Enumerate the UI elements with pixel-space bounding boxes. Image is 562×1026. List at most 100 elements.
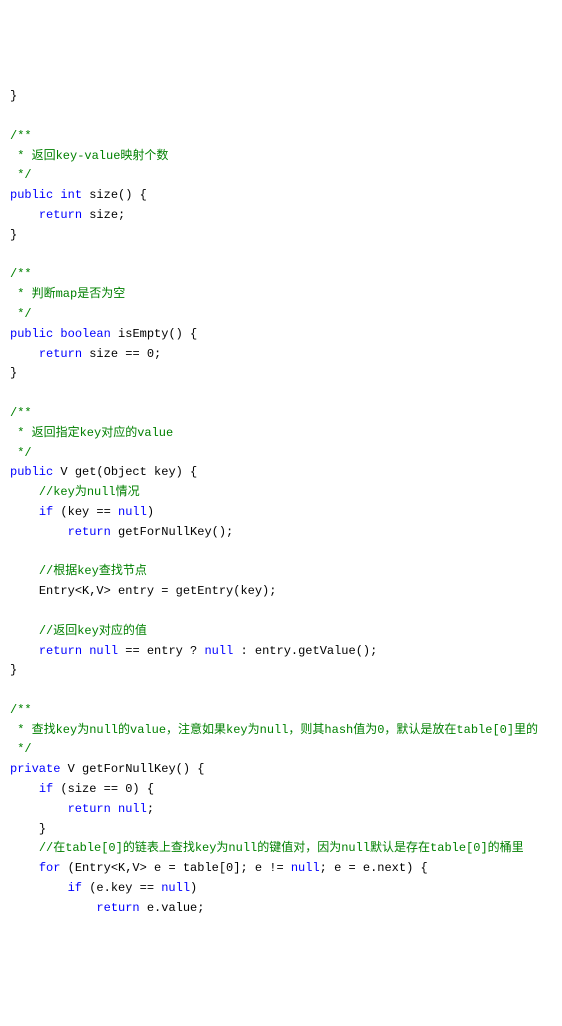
text-token: Entry<K,V> entry = getEntry(key); xyxy=(39,584,277,598)
code-line: * 返回key-value映射个数 xyxy=(10,147,552,167)
keyword-token: null xyxy=(161,881,190,895)
keyword-token: return xyxy=(96,901,139,915)
text-token: ; xyxy=(147,802,154,816)
comment-token: * 返回key-value映射个数 xyxy=(10,149,168,163)
text-token: e.value; xyxy=(140,901,205,915)
code-line: //在table[0]的链表上查找key为null的键值对，因为null默认是存… xyxy=(10,839,552,859)
comment-token: */ xyxy=(10,742,32,756)
text-token: (e.key == xyxy=(82,881,161,895)
code-line: */ xyxy=(10,740,552,760)
text-token: V get(Object key) { xyxy=(53,465,197,479)
code-line: return null; xyxy=(10,800,552,820)
code-line: private V getForNullKey() { xyxy=(10,760,552,780)
code-line: * 判断map是否为空 xyxy=(10,285,552,305)
text-token: size; xyxy=(82,208,125,222)
text-token: ) xyxy=(190,881,197,895)
text-token: ; e = e.next) { xyxy=(320,861,428,875)
keyword-token: null xyxy=(204,644,233,658)
code-line: if (key == null) xyxy=(10,503,552,523)
code-line: public V get(Object key) { xyxy=(10,463,552,483)
text-token: size == 0; xyxy=(82,347,161,361)
text-token: } xyxy=(10,228,17,242)
text-token: == entry ? xyxy=(118,644,204,658)
comment-token: //key为null情况 xyxy=(39,485,140,499)
code-line: //key为null情况 xyxy=(10,483,552,503)
code-line xyxy=(10,681,552,701)
text-token: ) xyxy=(147,505,154,519)
keyword-token: null xyxy=(118,802,147,816)
code-line: * 返回指定key对应的value xyxy=(10,424,552,444)
code-line: public boolean isEmpty() { xyxy=(10,325,552,345)
text-token: } xyxy=(10,663,17,677)
comment-token: */ xyxy=(10,446,32,460)
text-token: getForNullKey(); xyxy=(111,525,233,539)
text-token: } xyxy=(10,89,17,103)
text-token xyxy=(111,802,118,816)
code-line xyxy=(10,246,552,266)
keyword-token: return xyxy=(39,644,82,658)
code-line: //根据key查找节点 xyxy=(10,562,552,582)
comment-token: */ xyxy=(10,307,32,321)
keyword-token: if xyxy=(39,505,53,519)
text-token: (size == 0) { xyxy=(53,782,154,796)
keyword-token: if xyxy=(39,782,53,796)
code-line: } xyxy=(10,87,552,107)
code-line: return size == 0; xyxy=(10,345,552,365)
keyword-token: private xyxy=(10,762,60,776)
code-line: /** xyxy=(10,265,552,285)
code-line: /** xyxy=(10,404,552,424)
keyword-token: return xyxy=(39,347,82,361)
code-line: */ xyxy=(10,444,552,464)
text-token: } xyxy=(39,822,46,836)
keyword-token: public xyxy=(10,327,53,341)
comment-token: * 返回指定key对应的value xyxy=(10,426,173,440)
keyword-token: null xyxy=(291,861,320,875)
text-token: (Entry<K,V> e = table[0]; e != xyxy=(60,861,290,875)
comment-token: //在table[0]的链表上查找key为null的键值对，因为null默认是存… xyxy=(39,841,524,855)
keyword-token: boolean xyxy=(60,327,110,341)
keyword-token: return xyxy=(68,525,111,539)
comment-token: * 判断map是否为空 xyxy=(10,287,125,301)
code-line: } xyxy=(10,226,552,246)
keyword-token: null xyxy=(89,644,118,658)
code-line xyxy=(10,107,552,127)
code-line: return null == entry ? null : entry.getV… xyxy=(10,642,552,662)
keyword-token: return xyxy=(68,802,111,816)
code-line: if (e.key == null) xyxy=(10,879,552,899)
comment-token: //返回key对应的值 xyxy=(39,624,147,638)
code-line: return e.value; xyxy=(10,899,552,919)
code-line: return getForNullKey(); xyxy=(10,523,552,543)
code-line: } xyxy=(10,364,552,384)
code-line: /** xyxy=(10,701,552,721)
code-line: return size; xyxy=(10,206,552,226)
keyword-token: if xyxy=(68,881,82,895)
code-line: Entry<K,V> entry = getEntry(key); xyxy=(10,582,552,602)
comment-token: /** xyxy=(10,406,32,420)
code-line: /** xyxy=(10,127,552,147)
code-line: } xyxy=(10,661,552,681)
text-token: : entry.getValue(); xyxy=(233,644,377,658)
code-line: } xyxy=(10,820,552,840)
code-line: //返回key对应的值 xyxy=(10,622,552,642)
keyword-token: return xyxy=(39,208,82,222)
text-token: isEmpty() { xyxy=(111,327,197,341)
code-line: for (Entry<K,V> e = table[0]; e != null;… xyxy=(10,859,552,879)
keyword-token: int xyxy=(60,188,82,202)
comment-token: //根据key查找节点 xyxy=(39,564,147,578)
code-line: */ xyxy=(10,305,552,325)
code-line: * 查找key为null的value，注意如果key为null，则其hash值为… xyxy=(10,721,552,741)
code-line: if (size == 0) { xyxy=(10,780,552,800)
comment-token: */ xyxy=(10,168,32,182)
keyword-token: null xyxy=(118,505,147,519)
code-block: } /** * 返回key-value映射个数 */ public int siz… xyxy=(10,87,552,918)
comment-token: /** xyxy=(10,703,32,717)
text-token: V getForNullKey() { xyxy=(60,762,204,776)
code-line: public int size() { xyxy=(10,186,552,206)
code-line xyxy=(10,543,552,563)
code-line xyxy=(10,602,552,622)
text-token: } xyxy=(10,366,17,380)
comment-token: * 查找key为null的value，注意如果key为null，则其hash值为… xyxy=(10,723,538,737)
text-token: size() { xyxy=(82,188,147,202)
text-token: (key == xyxy=(53,505,118,519)
comment-token: /** xyxy=(10,267,32,281)
